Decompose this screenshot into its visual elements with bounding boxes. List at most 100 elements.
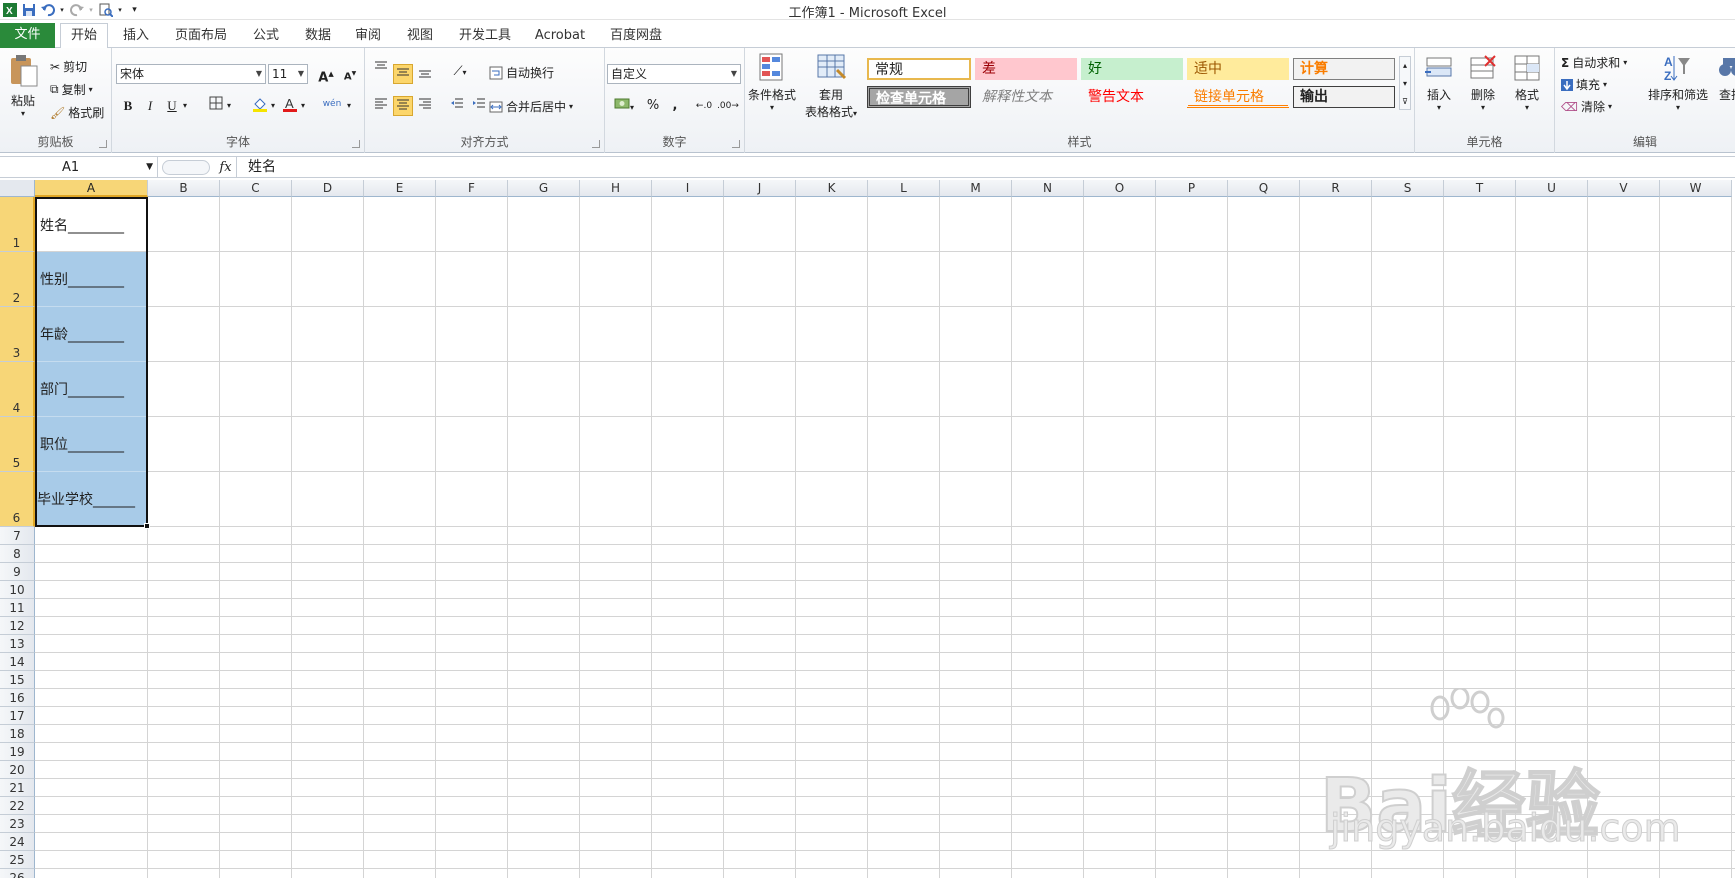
style-bad[interactable]: 差 [975,58,1077,80]
merge-dropdown-icon[interactable]: ▾ [569,102,573,111]
column-header-u[interactable]: U [1516,180,1588,197]
row-header-21[interactable]: 21 [0,779,35,797]
number-format-dropdown-icon[interactable]: ▼ [731,65,737,83]
column-header-t[interactable]: T [1444,180,1516,197]
column-header-j[interactable]: J [724,180,796,197]
tab-baidu-netdisk[interactable]: 百度网盘 [606,24,666,48]
cell-a3[interactable]: 年龄________ [35,307,148,362]
column-header-a[interactable]: A [35,180,148,197]
column-header-b[interactable]: B [148,180,220,197]
name-box[interactable]: A1 ▼ [0,157,158,178]
increase-decimal-button[interactable]: ←.0 [693,96,715,116]
font-color-button[interactable]: A [280,96,300,116]
style-check-cell[interactable]: 检查单元格 [867,86,971,108]
column-header-i[interactable]: I [652,180,724,197]
decrease-decimal-button[interactable]: .00→ [717,96,739,116]
copy-dropdown-icon[interactable]: ▾ [89,85,93,94]
row-header-19[interactable]: 19 [0,743,35,761]
format-cells-button[interactable]: 格式 ▾ [1507,52,1547,112]
column-header-n[interactable]: N [1012,180,1084,197]
row-header-17[interactable]: 17 [0,707,35,725]
row-header-22[interactable]: 22 [0,797,35,815]
tab-home[interactable]: 开始 [60,23,108,49]
paste-dropdown-icon[interactable]: ▾ [4,109,42,118]
row-header-3[interactable]: 3 [0,307,35,362]
paste-button[interactable]: 粘贴 ▾ [4,54,42,118]
tab-review[interactable]: 审阅 [352,24,384,48]
column-header-p[interactable]: P [1156,180,1228,197]
column-header-g[interactable]: G [508,180,580,197]
styles-gallery-scroll[interactable]: ▴ ▾ ⊽ [1399,56,1411,110]
bold-button[interactable]: B [118,96,138,116]
style-good[interactable]: 好 [1081,58,1183,80]
row-header-14[interactable]: 14 [0,653,35,671]
format-as-table-button[interactable]: 套用 表格格式▾ [801,52,861,120]
row-header-15[interactable]: 15 [0,671,35,689]
accounting-format-button[interactable]: ▾ [609,96,639,116]
row-header-10[interactable]: 10 [0,581,35,599]
font-size-dropdown-icon[interactable]: ▼ [298,65,304,83]
column-header-o[interactable]: O [1084,180,1156,197]
row-header-26[interactable]: 26 [0,869,35,878]
sort-filter-dropdown-icon[interactable]: ▾ [1645,103,1711,112]
tab-view[interactable]: 视图 [404,24,436,48]
insert-dropdown-icon[interactable]: ▾ [1419,103,1459,112]
fill-handle[interactable] [144,523,150,529]
row-header-16[interactable]: 16 [0,689,35,707]
autosum-dropdown-icon[interactable]: ▾ [1623,58,1627,67]
cell-a1[interactable]: 姓名________ [35,197,148,252]
style-normal[interactable]: 常规 [867,58,971,80]
cell-a6[interactable]: 毕业学校______ [35,472,148,527]
style-explanatory[interactable]: 解释性文本 [975,86,1077,108]
conditional-formatting-dropdown-icon[interactable]: ▾ [747,103,797,112]
format-painter-button[interactable]: 🖌 格式刷 [50,104,104,121]
column-header-m[interactable]: M [940,180,1012,197]
underline-dropdown-icon[interactable]: ▾ [180,96,190,116]
gallery-more-icon[interactable]: ⊽ [1400,93,1410,111]
row-header-12[interactable]: 12 [0,617,35,635]
row-header-18[interactable]: 18 [0,725,35,743]
row-header-4[interactable]: 4 [0,362,35,417]
column-header-h[interactable]: H [580,180,652,197]
percent-button[interactable]: % [643,96,663,116]
clear-button[interactable]: ⌫ 清除 ▾ [1561,98,1612,115]
tab-insert[interactable]: 插入 [120,24,152,48]
fill-dropdown-icon[interactable]: ▾ [1603,80,1607,89]
copy-button[interactable]: ⧉ 复制 ▾ [50,81,93,98]
column-header-c[interactable]: C [220,180,292,197]
insert-cells-button[interactable]: 插入 ▾ [1419,52,1459,112]
autosum-button[interactable]: Σ 自动求和 ▾ [1561,54,1627,71]
clipboard-dialog-launcher[interactable] [99,140,107,148]
row-header-5[interactable]: 5 [0,417,35,472]
row-header-23[interactable]: 23 [0,815,35,833]
wrap-text-button[interactable]: 自动换行 [489,64,554,81]
insert-function-icon[interactable]: fx [215,157,237,178]
tab-file[interactable]: 文件 [0,23,55,48]
tab-page-layout[interactable]: 页面布局 [172,24,230,48]
style-linked-cell[interactable]: 链接单元格 [1187,86,1289,108]
font-color-dropdown-icon[interactable]: ▾ [298,96,308,116]
fill-button[interactable]: 填充 ▾ [1561,76,1607,93]
row-header-1[interactable]: 1 [0,197,35,252]
align-left-button[interactable] [371,96,391,116]
row-header-2[interactable]: 2 [0,252,35,307]
increase-indent-button[interactable] [469,96,489,116]
cell-a4[interactable]: 部门________ [35,362,148,417]
column-header-s[interactable]: S [1372,180,1444,197]
tab-developer[interactable]: 开发工具 [456,24,514,48]
italic-button[interactable]: I [140,96,160,116]
column-header-r[interactable]: R [1300,180,1372,197]
row-header-6[interactable]: 6 [0,472,35,527]
tab-formulas[interactable]: 公式 [250,24,282,48]
column-header-e[interactable]: E [364,180,436,197]
formula-input[interactable]: 姓名 [248,157,276,178]
row-header-24[interactable]: 24 [0,833,35,851]
number-dialog-launcher[interactable] [732,140,740,148]
tab-data[interactable]: 数据 [302,24,334,48]
phonetic-dropdown-icon[interactable]: ▾ [344,96,354,116]
phonetic-button[interactable]: wén [318,94,346,114]
cut-button[interactable]: ✂ 剪切 [50,58,87,75]
row-header-25[interactable]: 25 [0,851,35,869]
name-box-dropdown-icon[interactable]: ▼ [146,157,153,178]
column-header-f[interactable]: F [436,180,508,197]
